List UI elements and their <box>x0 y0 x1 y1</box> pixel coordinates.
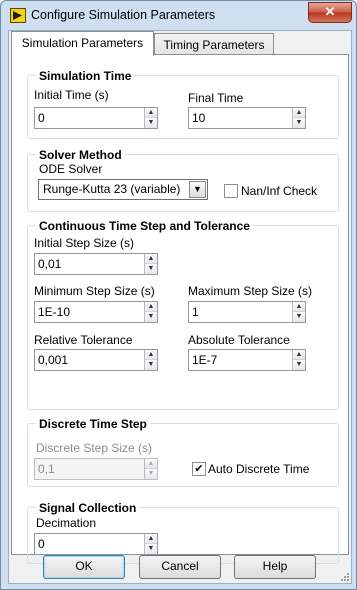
max-step-label: Maximum Step Size (s) <box>188 284 313 298</box>
spin-up-icon[interactable]: ▲ <box>293 302 305 312</box>
abs-tol-field[interactable]: ▲▼ <box>188 349 306 371</box>
initial-step-field[interactable]: ▲▼ <box>34 253 158 275</box>
spin-up-icon[interactable]: ▲ <box>145 302 157 312</box>
close-icon[interactable]: ✕ <box>308 2 352 23</box>
rel-tol-label: Relative Tolerance <box>34 333 133 347</box>
discrete-step-spinner: ▲ ▼ <box>144 459 157 479</box>
spin-down-icon[interactable]: ▼ <box>293 360 305 370</box>
help-button[interactable]: Help <box>234 555 316 579</box>
decimation-field[interactable]: ▲▼ <box>34 533 158 555</box>
initial-time-label: Initial Time (s) <box>34 88 109 102</box>
initial-time-spinner[interactable]: ▲ ▼ <box>144 108 157 128</box>
min-step-spinner[interactable]: ▲ ▼ <box>144 302 157 322</box>
spin-down-icon[interactable]: ▼ <box>145 544 157 554</box>
dialog-window: Configure Simulation Parameters ✕ Simula… <box>0 0 357 590</box>
ode-solver-select[interactable]: Runge-Kutta 23 (variable) ▼ <box>38 179 208 200</box>
abs-tol-input[interactable] <box>189 350 293 370</box>
spin-down-icon[interactable]: ▼ <box>145 118 157 128</box>
initial-step-input[interactable] <box>35 254 145 274</box>
min-step-field[interactable]: ▲▼ <box>34 301 158 323</box>
group-title-continuous: Continuous Time Step and Tolerance <box>36 219 253 233</box>
spin-up-icon[interactable]: ▲ <box>145 108 157 118</box>
ode-solver-value: Runge-Kutta 23 (variable) <box>43 182 181 196</box>
spin-down-icon[interactable]: ▼ <box>145 264 157 274</box>
final-time-spinner[interactable]: ▲ ▼ <box>292 108 305 128</box>
discrete-step-field: ▲▼ <box>34 458 158 480</box>
abs-tol-label: Absolute Tolerance <box>188 333 290 347</box>
max-step-spinner[interactable]: ▲ ▼ <box>292 302 305 322</box>
initial-step-spinner[interactable]: ▲ ▼ <box>144 254 157 274</box>
rel-tol-spinner[interactable]: ▲ ▼ <box>144 350 157 370</box>
decimation-spinner[interactable]: ▲ ▼ <box>144 534 157 554</box>
rel-tol-input[interactable] <box>35 350 145 370</box>
spin-up-icon: ▲ <box>145 459 157 469</box>
ok-button[interactable]: OK <box>43 555 125 579</box>
simulation-parameters-panel: Simulation Time Initial Time (s) ▲▼ Fina… <box>11 54 349 564</box>
final-time-field[interactable]: ▲▼ <box>188 107 306 129</box>
spin-down-icon[interactable]: ▼ <box>293 312 305 322</box>
nan-inf-check-label: Nan/Inf Check <box>241 184 318 198</box>
final-time-label: Final Time <box>188 91 244 105</box>
decimation-label: Decimation <box>36 516 97 530</box>
group-title-simulation-time: Simulation Time <box>36 69 135 83</box>
dialog-client-area: Simulation Parameters Timing Parameters … <box>8 30 352 584</box>
min-step-label: Minimum Step Size (s) <box>34 284 155 298</box>
cancel-button[interactable]: Cancel <box>139 555 221 579</box>
spin-up-icon[interactable]: ▲ <box>145 254 157 264</box>
spin-down-icon[interactable]: ▼ <box>293 118 305 128</box>
rel-tol-field[interactable]: ▲▼ <box>34 349 158 371</box>
spin-down-icon: ▼ <box>145 469 157 479</box>
spin-up-icon[interactable]: ▲ <box>293 108 305 118</box>
discrete-step-label: Discrete Step Size (s) <box>36 441 153 455</box>
tab-timing-parameters[interactable]: Timing Parameters <box>154 33 274 56</box>
chevron-down-icon[interactable]: ▼ <box>189 181 206 198</box>
initial-step-label: Initial Step Size (s) <box>34 236 135 250</box>
group-title-signal-collection: Signal Collection <box>36 501 140 515</box>
spin-up-icon[interactable]: ▲ <box>293 350 305 360</box>
initial-time-input[interactable] <box>35 108 145 128</box>
resize-grip-icon[interactable] <box>340 572 350 582</box>
title-bar[interactable]: Configure Simulation Parameters ✕ <box>1 1 356 31</box>
spin-up-icon[interactable]: ▲ <box>145 350 157 360</box>
spin-down-icon[interactable]: ▼ <box>145 312 157 322</box>
tab-simulation-parameters[interactable]: Simulation Parameters <box>11 31 154 56</box>
min-step-input[interactable] <box>35 302 145 322</box>
auto-discrete-time-label: Auto Discrete Time <box>208 462 310 476</box>
group-title-discrete: Discrete Time Step <box>36 417 150 431</box>
final-time-input[interactable] <box>189 108 293 128</box>
window-title: Configure Simulation Parameters <box>31 8 216 22</box>
auto-discrete-time-checkbox[interactable]: ✔ <box>192 462 206 476</box>
nan-inf-check-checkbox[interactable] <box>224 184 238 198</box>
initial-time-field[interactable]: ▲▼ <box>34 107 158 129</box>
max-step-input[interactable] <box>189 302 293 322</box>
abs-tol-spinner[interactable]: ▲ ▼ <box>292 350 305 370</box>
labview-app-icon <box>10 8 26 23</box>
ode-solver-label: ODE Solver <box>39 162 103 176</box>
discrete-step-input <box>35 459 145 479</box>
spin-up-icon[interactable]: ▲ <box>145 534 157 544</box>
decimation-input[interactable] <box>35 534 145 554</box>
max-step-field[interactable]: ▲▼ <box>188 301 306 323</box>
group-title-solver-method: Solver Method <box>36 148 125 162</box>
spin-down-icon[interactable]: ▼ <box>145 360 157 370</box>
